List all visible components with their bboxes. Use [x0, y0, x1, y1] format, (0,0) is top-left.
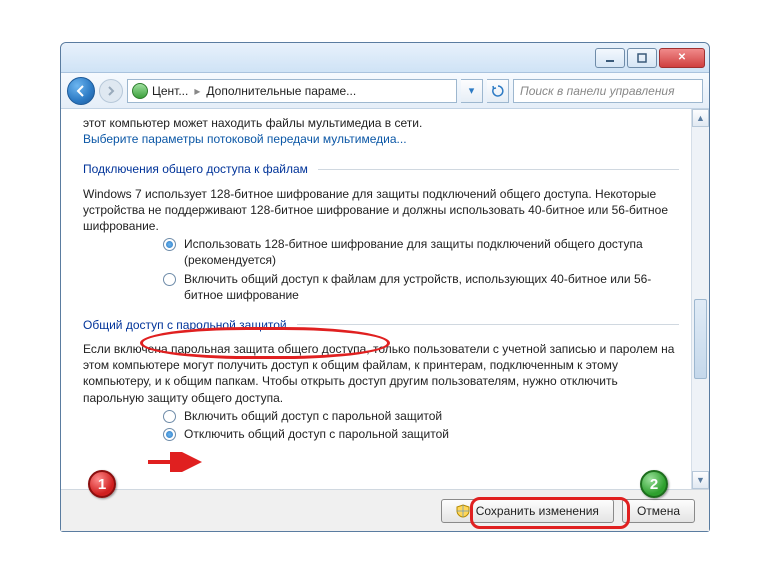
scroll-up-button[interactable]: ▲ [692, 109, 709, 127]
password-description: Если включена парольная защита общего до… [83, 341, 679, 406]
close-button[interactable]: ✕ [659, 48, 705, 68]
footer: Сохранить изменения Отмена [61, 489, 709, 531]
radio-128bit[interactable] [163, 238, 176, 251]
file-conn-description: Windows 7 использует 128-битное шифрован… [83, 186, 679, 235]
save-button-label: Сохранить изменения [476, 504, 599, 518]
control-panel-icon [132, 83, 148, 99]
scroll-area: этот компьютер может находить файлы муль… [61, 109, 691, 489]
radio-password-on-label: Включить общий доступ с парольной защито… [184, 408, 442, 424]
navbar: Цент... ▸ Дополнительные параме... ▾ Пои… [61, 73, 709, 109]
breadcrumb-part[interactable]: Дополнительные параме... [206, 84, 356, 98]
media-streaming-link[interactable]: Выберите параметры потоковой передачи му… [83, 132, 407, 146]
titlebar: ✕ [61, 43, 709, 73]
scroll-down-button[interactable]: ▼ [692, 471, 709, 489]
section-rule [318, 169, 679, 170]
minimize-button[interactable] [595, 48, 625, 68]
section-title-file-connections: Подключения общего доступа к файлам [83, 161, 308, 177]
radio-40bit-label: Включить общий доступ к файлам для устро… [184, 271, 679, 303]
refresh-button[interactable] [487, 79, 509, 103]
vertical-scrollbar[interactable]: ▲ ▼ [691, 109, 709, 489]
radio-password-on[interactable] [163, 410, 176, 423]
search-placeholder: Поиск в панели управления [520, 84, 675, 98]
uac-shield-icon [456, 504, 470, 518]
nav-forward-button[interactable] [99, 79, 123, 103]
radio-password-off[interactable] [163, 428, 176, 441]
nav-back-button[interactable] [67, 77, 95, 105]
breadcrumb-part[interactable]: Цент... [152, 84, 188, 98]
search-input[interactable]: Поиск в панели управления [513, 79, 703, 103]
body-text: этот компьютер может находить файлы муль… [83, 115, 679, 131]
scroll-thumb[interactable] [694, 299, 707, 379]
maximize-button[interactable] [627, 48, 657, 68]
radio-128bit-label: Использовать 128-битное шифрование для з… [184, 236, 679, 268]
address-bar[interactable]: Цент... ▸ Дополнительные параме... [127, 79, 457, 103]
section-rule [297, 324, 679, 325]
content-pane: этот компьютер может находить файлы муль… [61, 109, 709, 489]
breadcrumb-separator: ▸ [192, 84, 202, 98]
save-button[interactable]: Сохранить изменения [441, 499, 614, 523]
address-dropdown-button[interactable]: ▾ [461, 79, 483, 103]
radio-40bit[interactable] [163, 273, 176, 286]
cancel-button[interactable]: Отмена [622, 499, 695, 523]
control-panel-window: ✕ Цент... ▸ Дополнительные параме... ▾ П… [60, 42, 710, 532]
section-title-password: Общий доступ с парольной защитой [83, 317, 287, 333]
cancel-button-label: Отмена [637, 504, 680, 518]
radio-password-off-label: Отключить общий доступ с парольной защит… [184, 426, 449, 442]
